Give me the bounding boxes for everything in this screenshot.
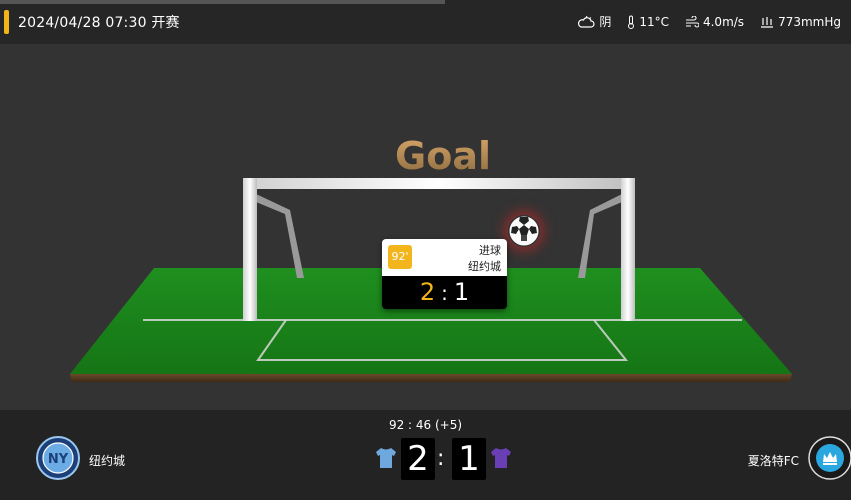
weather-pressure: 773mmHg <box>760 15 841 29</box>
match-start-time: 2024/04/28 07:30 开赛 <box>18 15 180 31</box>
event-type-label: 进球 <box>479 244 501 257</box>
goal-left-post <box>243 178 257 321</box>
pressure-label: 773mmHg <box>778 14 841 29</box>
weather-info: 阴 11°C 4.0m/s 773mmHg <box>577 13 841 30</box>
event-score: 2:1 <box>382 276 507 309</box>
weather-condition-label: 阴 <box>599 15 612 29</box>
cloud-icon <box>577 15 595 29</box>
weather-condition: 阴 <box>577 13 611 30</box>
soccer-ball-icon <box>508 215 540 247</box>
goal-right-post <box>621 178 635 321</box>
score-separator: : <box>437 446 445 471</box>
goal-back-left-support <box>256 194 304 278</box>
weather-temperature: 11°C <box>627 15 669 29</box>
goal-event-card: 92' 进球 纽约城 2:1 <box>382 239 507 309</box>
header-accent-bar <box>4 10 9 34</box>
away-shirt-icon <box>489 446 513 470</box>
home-team-logo[interactable]: NY <box>36 436 80 480</box>
event-score-separator: : <box>441 281 448 305</box>
home-score-digit: 2 <box>401 438 435 480</box>
goal-crossbar <box>243 178 635 189</box>
away-team-name[interactable]: 夏洛特FC <box>748 452 799 469</box>
pitch-graphic <box>70 178 792 382</box>
event-away-score: 1 <box>453 278 470 306</box>
event-card-header: 92' 进球 纽约城 <box>382 239 507 276</box>
away-score-digit: 1 <box>452 438 486 480</box>
soil-edge <box>70 374 792 382</box>
wind-icon <box>685 15 699 28</box>
match-animation-stage: Goal 92' 进球 纽约城 2:1 <box>0 44 851 410</box>
match-clock: 92 : 46 (+5) <box>388 418 463 432</box>
goal-back-right-support <box>578 194 622 278</box>
wind-label: 4.0m/s <box>702 14 745 29</box>
thermometer-icon <box>627 15 635 29</box>
score-bar: 92 : 46 (+5) NY 纽约城 2 : 1 夏洛特FC <box>0 410 851 500</box>
temperature-label: 11°C <box>639 14 669 29</box>
header-progress-line <box>0 0 445 4</box>
event-minute-badge: 92' <box>388 245 412 269</box>
home-team-name[interactable]: 纽约城 <box>89 452 125 469</box>
away-team-logo[interactable] <box>808 436 851 480</box>
match-header: 2024/04/28 07:30 开赛 阴 11°C 4.0m/s 773mmH… <box>0 0 851 44</box>
event-team-label: 纽约城 <box>468 260 501 273</box>
goal-banner: Goal <box>330 134 556 178</box>
svg-text:NY: NY <box>48 452 69 467</box>
pressure-icon <box>760 16 774 28</box>
home-shirt-icon <box>374 446 398 470</box>
weather-wind: 4.0m/s <box>685 15 744 29</box>
event-home-score: 2 <box>419 278 436 306</box>
